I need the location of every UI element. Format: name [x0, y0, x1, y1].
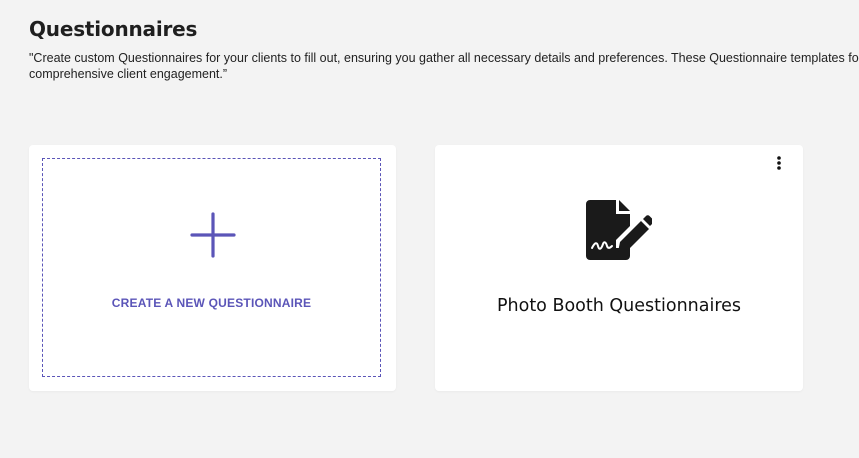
- kebab-menu-icon[interactable]: [774, 156, 784, 170]
- questionnaire-title: Photo Booth Questionnaires: [496, 296, 742, 316]
- questionnaire-card[interactable]: Photo Booth Questionnaires: [435, 145, 803, 391]
- create-questionnaire-label: CREATE A NEW QUESTIONNAIRE: [111, 296, 312, 310]
- file-signature-icon: [586, 200, 652, 260]
- page-title: Questionnaires: [29, 17, 198, 41]
- plus-icon: [190, 212, 236, 258]
- create-questionnaire-button[interactable]: CREATE A NEW QUESTIONNAIRE: [42, 158, 381, 377]
- page-description: "Create custom Questionnaires for your c…: [29, 51, 859, 81]
- create-questionnaire-card: CREATE A NEW QUESTIONNAIRE: [29, 145, 396, 391]
